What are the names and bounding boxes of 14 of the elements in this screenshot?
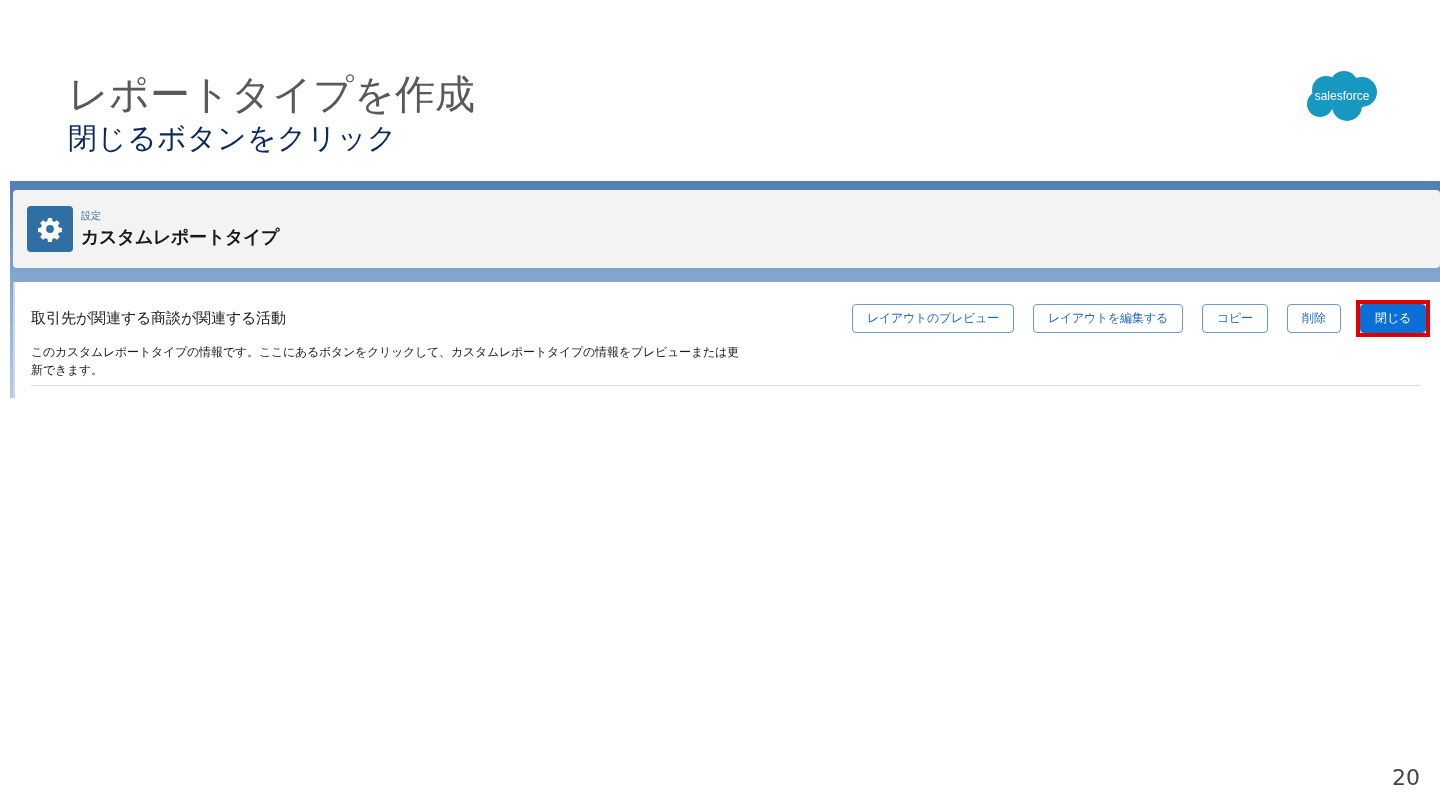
logo: salesforce bbox=[1302, 68, 1382, 124]
record-description: このカスタムレポートタイプの情報です。ここにあるボタンをクリックして、カスタムレポートタイプの情報をプレビューまたは更新できます。 bbox=[31, 344, 740, 379]
action-button[interactable]: 削除 bbox=[1287, 304, 1341, 333]
action-button[interactable]: レイアウトのプレビュー bbox=[852, 304, 1014, 333]
page-number: 20 bbox=[1392, 765, 1420, 790]
slide-title: レポートタイプを作成 bbox=[68, 70, 475, 119]
record-title: 取引先が関連する商談が関連する活動 bbox=[31, 309, 286, 328]
slide-subtitle: 閉じるボタンをクリック bbox=[68, 120, 398, 156]
close-button[interactable]: 閉じる bbox=[1360, 304, 1426, 333]
action-button[interactable]: コピー bbox=[1202, 304, 1268, 333]
settings-icon bbox=[27, 206, 73, 252]
page-title: カスタムレポートタイプ bbox=[81, 225, 279, 249]
action-button[interactable]: レイアウトを編集する bbox=[1033, 304, 1183, 333]
breadcrumb[interactable]: 設定 bbox=[81, 209, 279, 223]
